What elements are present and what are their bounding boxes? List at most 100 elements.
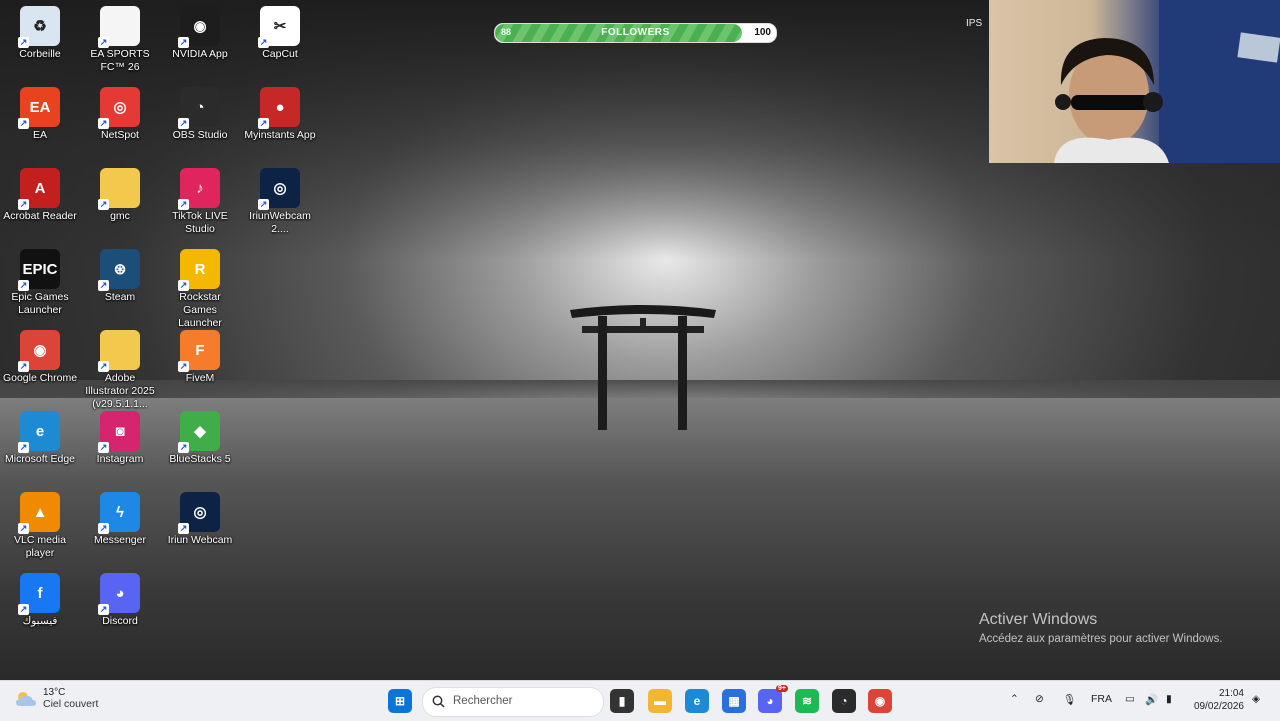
microphone-icon[interactable]: 🎙 <box>1063 693 1076 706</box>
shortcut-arrow-icon: ↗ <box>18 280 29 291</box>
desktop-icon-label: BlueStacks 5 <box>169 453 231 465</box>
netspot-icon: ◎ ↗ <box>98 87 140 129</box>
desktop-icon[interactable]: ◉ ↗ Google Chrome <box>0 324 80 385</box>
store-button[interactable]: ▦ <box>722 689 746 713</box>
shortcut-arrow-icon: ↗ <box>18 361 29 372</box>
desktop-icon[interactable]: ♻ ↗ Corbeille <box>0 0 80 61</box>
taskbar-search-box[interactable]: Rechercher <box>422 687 604 717</box>
chrome-icon: ◉ ↗ <box>18 330 60 372</box>
desktop-icon[interactable]: ◉ ↗ NVIDIA App <box>160 0 240 61</box>
windows-activation-watermark: Activer Windows Accédez aux paramètres p… <box>979 611 1223 645</box>
notifications-icon[interactable]: ◈ <box>1252 693 1260 705</box>
desktop-icon[interactable]: ◎ ↗ NetSpot <box>80 81 160 142</box>
iriun-webcam-icon: ◎ ↗ <box>258 168 300 210</box>
acrobat-icon: A ↗ <box>18 168 60 210</box>
desktop-icon[interactable]: R ↗ Rockstar Games Launcher <box>160 243 240 330</box>
desktop-icon[interactable]: ♪ ↗ TikTok LIVE Studio <box>160 162 240 236</box>
desktop-icon-label: EA <box>32 129 47 141</box>
desktop-icon[interactable]: f ↗ فيسبوك <box>0 567 80 628</box>
activation-subtitle: Accédez aux paramètres pour activer Wind… <box>979 633 1223 645</box>
shortcut-arrow-icon: ↗ <box>98 280 109 291</box>
search-icon <box>432 695 445 708</box>
iriun-webcam-icon: ◎ ↗ <box>178 492 220 534</box>
desktop-icon-label: Instagram <box>96 453 144 465</box>
weather-widget[interactable]: 13°C Ciel couvert <box>14 687 98 710</box>
search-placeholder: Rechercher <box>453 695 513 707</box>
bluestacks-icon: ◆ ↗ <box>178 411 220 453</box>
desktop-icon[interactable]: F ↗ FiveM <box>160 324 240 385</box>
display-icon[interactable]: ▭ <box>1125 693 1135 705</box>
volume-icon[interactable]: 🔊 <box>1145 693 1158 706</box>
desktop-icon-label: NVIDIA App <box>172 48 228 60</box>
start-button[interactable]: ⊞ <box>388 689 412 713</box>
vlc-icon: ▲ ↗ <box>18 492 60 534</box>
discord-button[interactable]: ◕ 9+ <box>758 685 788 713</box>
battery-icon[interactable]: ▮ <box>1166 693 1172 705</box>
obs-icon: ◔ ↗ <box>178 87 220 129</box>
obs-button[interactable]: ◔ <box>832 689 856 713</box>
desktop-icon-label: Iriun Webcam <box>167 534 233 546</box>
desktop-icon[interactable]: ◕ ↗ Discord <box>80 567 160 628</box>
instagram-icon: ◙ ↗ <box>98 411 140 453</box>
desktop-icon-label: OBS Studio <box>172 129 228 141</box>
desktop-icon[interactable]: ◔ ↗ OBS Studio <box>160 81 240 142</box>
desktop-icon-label: IriunWebcam 2.... <box>249 210 311 235</box>
edge-button[interactable]: e <box>685 689 709 713</box>
chrome-button[interactable]: ◉ <box>868 689 892 713</box>
followers-label: FOLLOWERS <box>601 27 670 38</box>
desktop-icon-label: TikTok LIVE Studio <box>172 210 228 235</box>
desktop-icon-label: Myinstants App <box>244 129 316 141</box>
shortcut-arrow-icon: ↗ <box>98 199 109 210</box>
desktop-icon[interactable]: e ↗ Microsoft Edge <box>0 405 80 466</box>
activation-title: Activer Windows <box>979 611 1098 628</box>
followers-goal-count: 100 <box>754 27 771 38</box>
spotify-button[interactable]: ≋ <box>795 689 819 713</box>
edge-icon: e ↗ <box>18 411 60 453</box>
desktop-icon-label: Discord <box>102 615 138 627</box>
rockstar-icon: R ↗ <box>178 249 220 291</box>
desktop-icon[interactable]: A ↗ Acrobat Reader <box>0 162 80 223</box>
desktop-icon[interactable]: EPIC ↗ Epic Games Launcher <box>0 243 80 317</box>
desktop-icon[interactable]: ✂ ↗ CapCut <box>240 0 320 61</box>
capcut-icon: ✂ ↗ <box>258 6 300 48</box>
desktop-icon[interactable]: ⊛ ↗ Steam <box>80 243 160 304</box>
discord-notification-badge: 9+ <box>776 685 788 692</box>
desktop-icon[interactable]: ● ↗ Myinstants App <box>240 81 320 142</box>
task-view-button[interactable]: ▮ <box>610 689 634 713</box>
desktop-icon[interactable]: ▲ ↗ VLC media player <box>0 486 80 560</box>
shortcut-arrow-icon: ↗ <box>18 199 29 210</box>
webcam-overlay <box>989 0 1280 163</box>
shortcut-arrow-icon: ↗ <box>178 523 189 534</box>
followers-progress-bar: 88 FOLLOWERS 100 <box>494 23 777 43</box>
system-clock[interactable]: 21:04 09/02/2026 <box>1194 687 1244 713</box>
desktop-icon[interactable]: ↗ Adobe Illustrator 2025 (v29.5.1.1... <box>80 324 160 411</box>
desktop-icon-label: Corbeille <box>19 48 61 60</box>
desktop-icon[interactable]: ϟ ↗ Messenger <box>80 486 160 547</box>
shortcut-arrow-icon: ↗ <box>98 442 109 453</box>
desktop-icon[interactable]: ◙ ↗ Instagram <box>80 405 160 466</box>
document-icon: ↗ <box>98 6 140 48</box>
webcam-person-illustration <box>1054 0 1280 163</box>
desktop-icon-label: FiveM <box>185 372 215 384</box>
shortcut-arrow-icon: ↗ <box>178 361 189 372</box>
file-explorer-button[interactable]: ▬ <box>648 689 672 713</box>
facebook-icon: f ↗ <box>18 573 60 615</box>
fivem-icon: F ↗ <box>178 330 220 372</box>
desktop-icon[interactable]: ◎ ↗ IriunWebcam 2.... <box>240 162 320 236</box>
desktop-icon[interactable]: ↗ EA SPORTS FC™ 26 <box>80 0 160 74</box>
shortcut-arrow-icon: ↗ <box>178 118 189 129</box>
epic-games-icon: EPIC ↗ <box>18 249 60 291</box>
desktop-icon-label: Steam <box>104 291 136 303</box>
shortcut-arrow-icon: ↗ <box>258 37 269 48</box>
desktop-icon[interactable]: EA ↗ EA <box>0 81 80 142</box>
folder-icon: ↗ <box>98 330 140 372</box>
desktop-icon[interactable]: ↗ gmc <box>80 162 160 223</box>
desktop-icon[interactable]: ◎ ↗ Iriun Webcam <box>160 486 240 547</box>
network-off-icon[interactable]: ⊘ <box>1035 693 1044 705</box>
chevron-up-icon[interactable]: ⌃ <box>1010 693 1019 705</box>
desktop-icon-label: Epic Games Launcher <box>11 291 69 316</box>
language-indicator[interactable]: FRA <box>1091 693 1112 705</box>
desktop-icon[interactable]: ◆ ↗ BlueStacks 5 <box>160 405 240 466</box>
weather-description: Ciel couvert <box>43 698 99 710</box>
shortcut-arrow-icon: ↗ <box>18 442 29 453</box>
